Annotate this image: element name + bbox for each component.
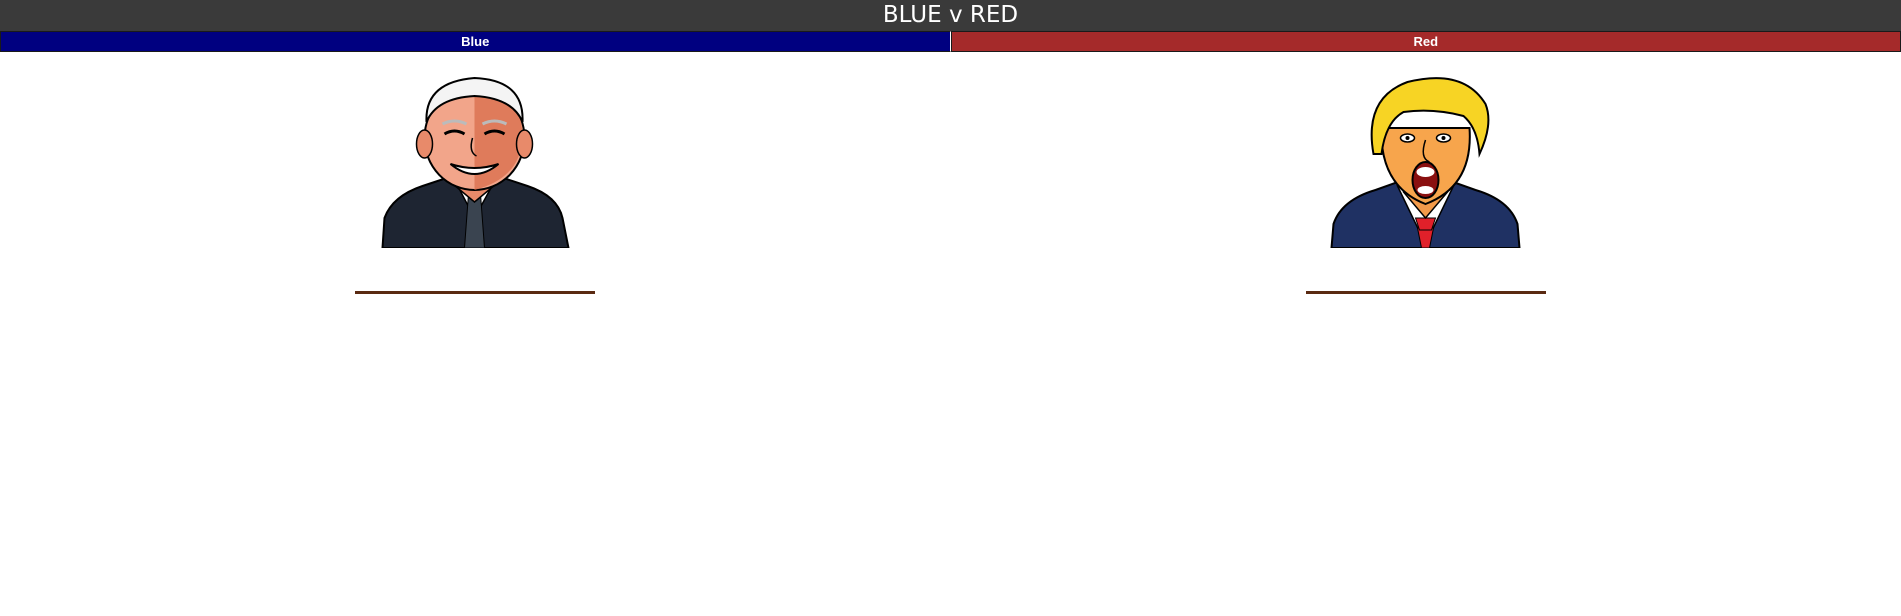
- blue-divider: [355, 291, 595, 294]
- blue-panel: [0, 52, 950, 302]
- tab-bar: Blue Red: [0, 31, 1901, 52]
- tab-red[interactable]: Red: [950, 31, 1901, 52]
- blue-candidate-portrait-icon: [381, 76, 570, 248]
- page-title: BLUE v RED: [0, 0, 1901, 31]
- red-divider: [1306, 291, 1546, 294]
- red-candidate-portrait-icon: [1330, 77, 1521, 248]
- tab-blue[interactable]: Blue: [0, 31, 951, 52]
- red-panel: [951, 52, 1901, 302]
